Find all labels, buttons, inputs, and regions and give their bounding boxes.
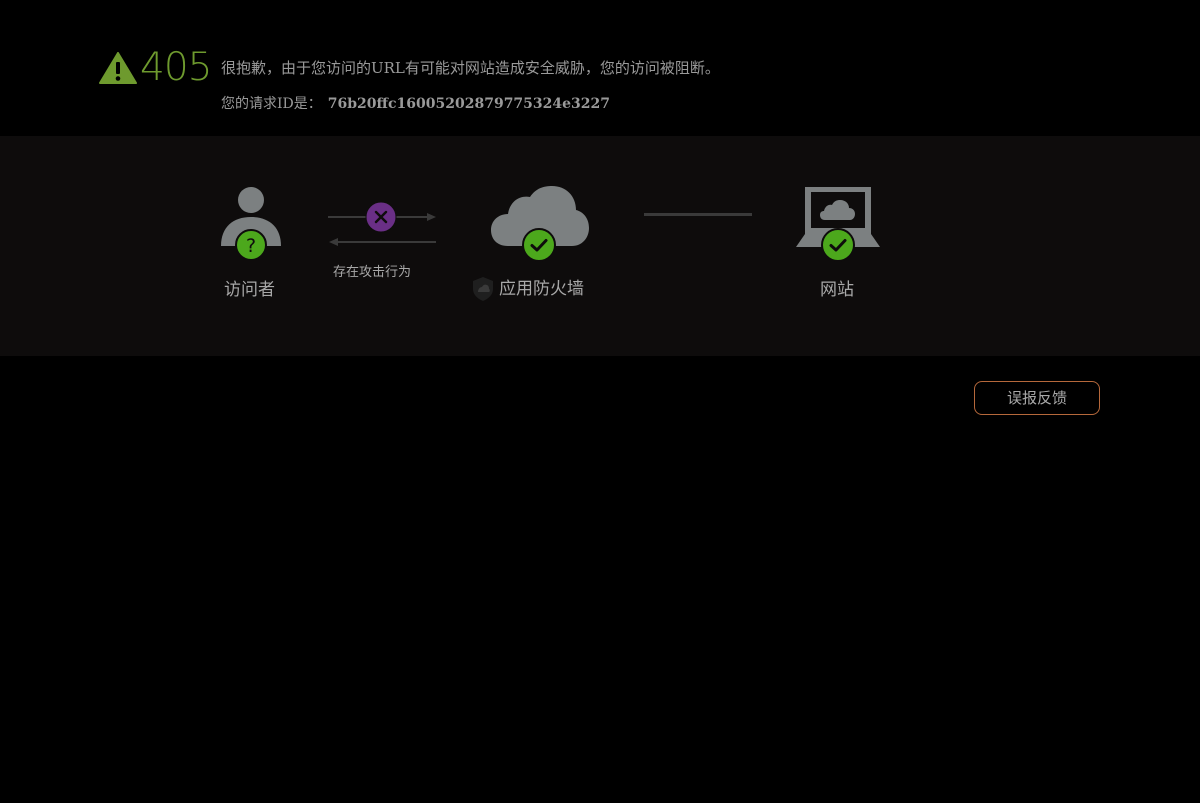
block-page: 405 很抱歉，由于您访问的URL有可能对网站造成安全威胁，您的访问被阻断。 您… (0, 0, 1200, 803)
false-positive-feedback-button[interactable]: 误报反馈 (974, 381, 1100, 415)
request-id-line: 您的请求ID是： 76b20ffc16005202879775324e3227 (221, 93, 610, 115)
x-badge-icon (365, 201, 397, 233)
check-badge-icon (821, 228, 855, 262)
visitor-label: 访问者 (224, 280, 275, 300)
attack-label: 存在攻击行为 (333, 265, 412, 280)
error-code: 405 (140, 45, 212, 90)
request-id-label: 您的请求ID是： (221, 96, 322, 112)
check-badge-icon (522, 228, 556, 262)
allowed-traffic-line (644, 213, 752, 216)
svg-text:?: ? (246, 235, 256, 257)
shield-icon (472, 276, 494, 302)
firewall-label: 应用防火墙 (499, 279, 584, 299)
website-label: 网站 (820, 280, 854, 300)
block-message: 很抱歉，由于您访问的URL有可能对网站造成安全威胁，您的访问被阻断。 (221, 59, 720, 77)
question-badge-icon: ? (235, 229, 267, 261)
flow-diagram (0, 136, 1200, 356)
request-id-value: 76b20ffc16005202879775324e3227 (327, 96, 611, 112)
warning-triangle-icon (99, 52, 137, 84)
